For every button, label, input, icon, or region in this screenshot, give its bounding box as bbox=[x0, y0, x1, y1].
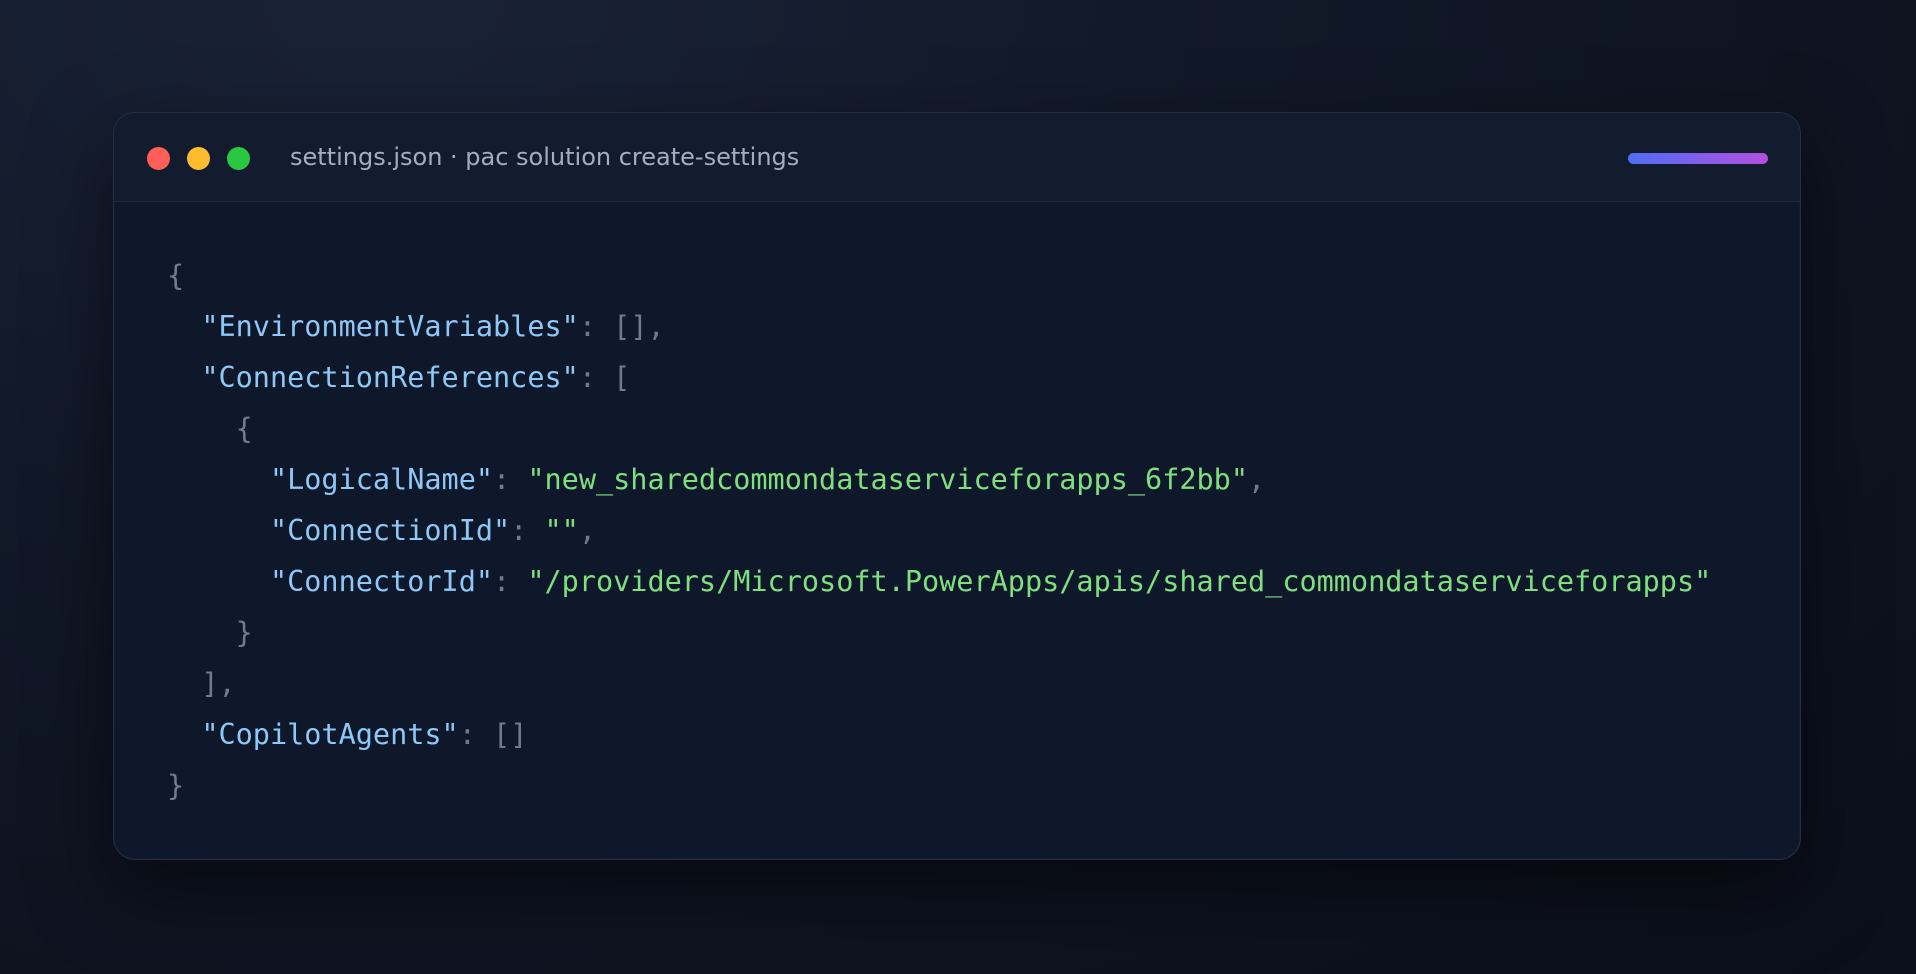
json-punctuation: [ bbox=[613, 361, 631, 394]
json-key: "EnvironmentVariables" bbox=[201, 310, 579, 343]
maximize-window-dot-icon[interactable] bbox=[227, 147, 250, 170]
code-line: } bbox=[167, 607, 1711, 658]
json-separator: : bbox=[510, 514, 545, 547]
json-separator: : bbox=[458, 718, 494, 751]
close-window-dot-icon[interactable] bbox=[147, 147, 170, 170]
json-punctuation: } bbox=[235, 616, 253, 649]
json-key: "ConnectorId" bbox=[269, 565, 494, 598]
json-key: "LogicalName" bbox=[269, 463, 494, 496]
code-line: ], bbox=[167, 658, 1711, 709]
json-string-value: "/providers/Microsoft.PowerApps/apis/sha… bbox=[527, 565, 1712, 598]
json-punctuation: { bbox=[235, 412, 253, 445]
code-line: "EnvironmentVariables": [], bbox=[167, 301, 1711, 352]
code-window: settings.json · pac solution create-sett… bbox=[113, 112, 1801, 860]
json-string-value: "new_sharedcommondataserviceforapps_6f2b… bbox=[527, 463, 1248, 496]
code-line: "LogicalName": "new_sharedcommondataserv… bbox=[167, 454, 1711, 505]
code-line: "CopilotAgents": [] bbox=[167, 709, 1711, 760]
code-line: "ConnectionId": "", bbox=[167, 505, 1711, 556]
window-title: settings.json · pac solution create-sett… bbox=[290, 143, 800, 171]
window-titlebar: settings.json · pac solution create-sett… bbox=[114, 113, 1800, 202]
json-string-value: "" bbox=[544, 514, 579, 547]
json-punctuation: [], bbox=[613, 310, 665, 343]
json-code-block: { "EnvironmentVariables": [], "Connectio… bbox=[167, 250, 1711, 811]
json-punctuation: { bbox=[167, 259, 185, 292]
json-punctuation: , bbox=[578, 514, 596, 547]
json-key: "ConnectionId" bbox=[269, 514, 511, 547]
json-punctuation: , bbox=[1248, 463, 1266, 496]
json-key: "ConnectionReferences" bbox=[201, 361, 579, 394]
code-line: "ConnectionReferences": [ bbox=[167, 352, 1711, 403]
json-separator: : bbox=[578, 310, 614, 343]
code-line: "ConnectorId": "/providers/Microsoft.Pow… bbox=[167, 556, 1711, 607]
code-line: { bbox=[167, 250, 1711, 301]
json-punctuation: ], bbox=[201, 667, 236, 700]
json-punctuation: } bbox=[167, 769, 185, 802]
accent-gradient-bar bbox=[1628, 153, 1768, 164]
minimize-window-dot-icon[interactable] bbox=[187, 147, 210, 170]
json-separator: : bbox=[578, 361, 614, 394]
json-key: "CopilotAgents" bbox=[201, 718, 459, 751]
code-line: { bbox=[167, 403, 1711, 454]
code-line: } bbox=[167, 760, 1711, 811]
json-separator: : bbox=[493, 463, 528, 496]
json-punctuation: [] bbox=[493, 718, 528, 751]
json-separator: : bbox=[493, 565, 528, 598]
